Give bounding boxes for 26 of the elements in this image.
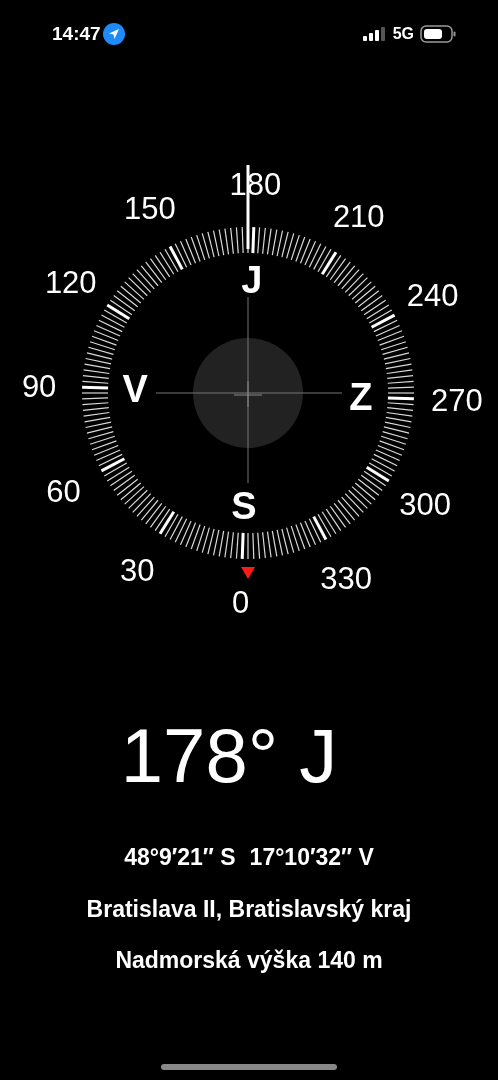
latitude-text: 48°9′21″ S — [124, 843, 236, 872]
longitude-text: 17°10′32″ V — [249, 843, 374, 872]
degree-label: 0 — [232, 586, 250, 618]
degree-label: 30 — [120, 554, 155, 586]
location-icon — [102, 23, 125, 45]
degree-label: 90 — [21, 370, 57, 402]
cardinal-label: J — [241, 261, 263, 300]
cardinal-label: V — [122, 370, 148, 409]
degree-label: 210 — [332, 200, 385, 232]
north-marker-icon — [241, 567, 255, 579]
degree-label: 120 — [44, 266, 97, 298]
battery-icon — [420, 25, 456, 43]
degree-label: 240 — [406, 279, 459, 311]
elevation-text: Nadmorská výška 140 m — [115, 946, 383, 975]
degree-label: 60 — [46, 475, 81, 507]
degree-label: 150 — [124, 192, 176, 224]
heading-reading: 178° J — [120, 718, 338, 794]
degree-label: 270 — [431, 384, 483, 416]
degree-label: 330 — [320, 562, 372, 594]
cardinal-label: S — [231, 486, 257, 525]
cardinal-label: Z — [349, 377, 373, 416]
degree-label: 300 — [399, 488, 452, 520]
network-label: 5G — [392, 24, 414, 44]
location-text: Bratislava II, Bratislavský kraj — [86, 894, 412, 924]
status-time: 14:47 — [52, 21, 101, 46]
signal-icon — [362, 27, 387, 41]
